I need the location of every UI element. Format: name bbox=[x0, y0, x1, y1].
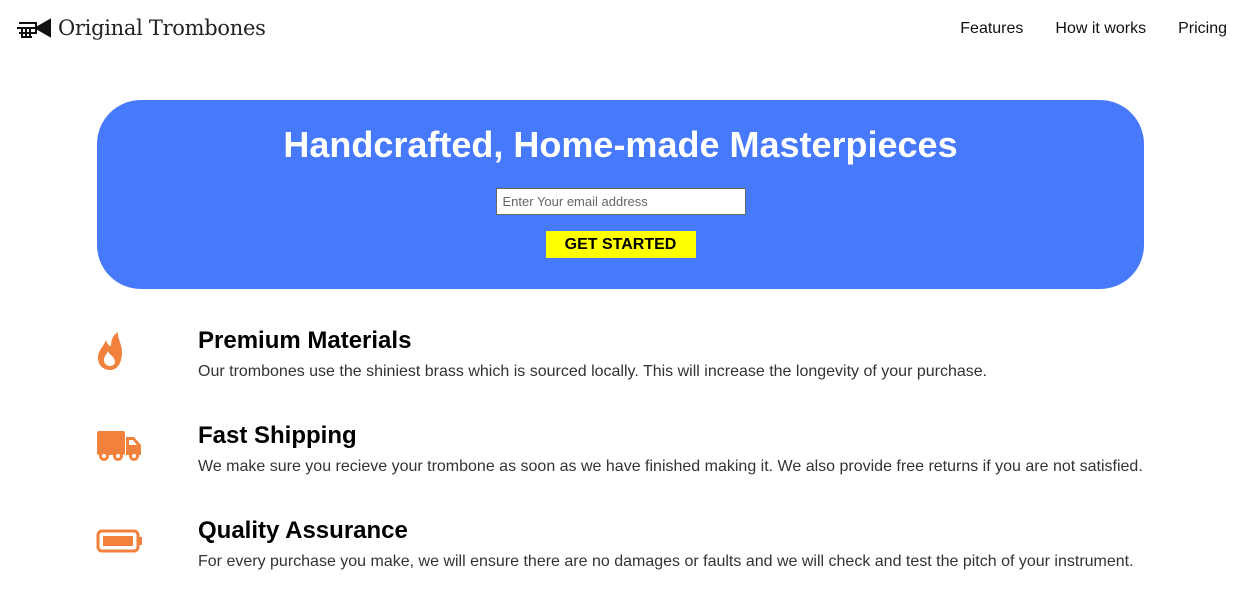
feature-title: Fast Shipping bbox=[198, 422, 357, 449]
get-started-button[interactable]: GET STARTED bbox=[545, 231, 696, 258]
site-header: Original Trombones Features How it works… bbox=[0, 0, 1245, 62]
feature-description: For every purchase you make, we will ens… bbox=[198, 553, 1134, 570]
nav-bar: Features How it works Pricing bbox=[928, 20, 1227, 38]
truck-icon bbox=[97, 431, 141, 461]
hero-title: Handcrafted, Home-made Masterpieces bbox=[283, 124, 958, 165]
email-input[interactable] bbox=[495, 188, 746, 215]
hero-section: Handcrafted, Home-made Masterpieces GET … bbox=[97, 100, 1144, 289]
nav-link-how-it-works[interactable]: How it works bbox=[1055, 20, 1146, 38]
brand[interactable]: Original Trombones bbox=[16, 16, 266, 40]
feature-title: Premium Materials bbox=[198, 327, 412, 354]
feature-title: Quality Assurance bbox=[198, 517, 408, 544]
fire-icon bbox=[98, 332, 122, 370]
nav-link-features[interactable]: Features bbox=[960, 20, 1023, 38]
battery-icon bbox=[96, 529, 142, 553]
feature-description: Our trombones use the shiniest brass whi… bbox=[198, 363, 988, 380]
nav-link-pricing[interactable]: Pricing bbox=[1178, 20, 1227, 38]
trombone-icon bbox=[17, 18, 51, 38]
feature-description: We make sure you recieve your trombone a… bbox=[198, 458, 1143, 475]
feature-item: Fast Shipping We make sure you recieve y… bbox=[0, 415, 1245, 505]
feature-item: Quality Assurance For every purchase you… bbox=[0, 510, 1245, 600]
feature-item: Premium Materials Our trombones use the … bbox=[0, 320, 1245, 410]
brand-name: Original Trombones bbox=[58, 16, 266, 40]
